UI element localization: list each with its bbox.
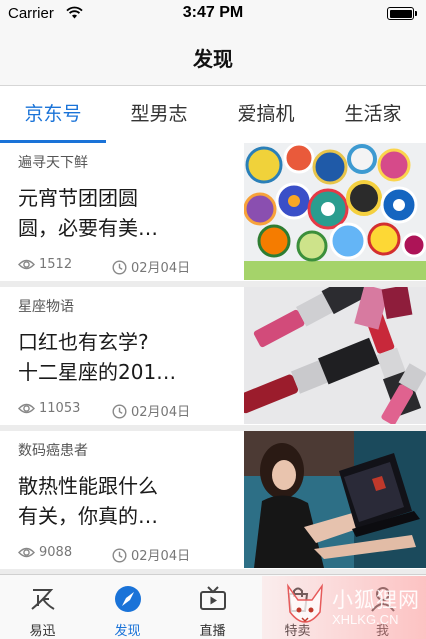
tab-jingdonghao[interactable]: 京东号 [0, 87, 106, 143]
article-source: 星座物语 [18, 299, 74, 315]
watermark-text: 小狐狸网 [332, 588, 420, 612]
tab-xingnanzhi[interactable]: 型男志 [106, 87, 212, 143]
view-count: 1512 [18, 257, 72, 272]
watermark: 小狐狸网 XHLKG.CN [262, 576, 426, 639]
tabbar-label: 发现 [114, 624, 141, 639]
tab-label: 京东号 [24, 103, 82, 125]
compass-icon [115, 586, 141, 612]
view-count-value: 9088 [39, 545, 73, 560]
article-title: 散热性能跟什么 有关，你真的… [18, 471, 238, 531]
clock-icon [112, 260, 127, 275]
article-thumbnail[interactable] [244, 287, 426, 424]
publish-date-value: 02月04日 [131, 405, 191, 420]
article-card[interactable]: 数码癌患者 散热性能跟什么 有关，你真的… 9088 02月04日 [0, 431, 426, 569]
tab-label: 型男志 [130, 103, 188, 125]
tab-aigaoji[interactable]: 爱搞机 [213, 87, 319, 143]
publish-date: 02月04日 [112, 545, 190, 564]
battery-icon [387, 7, 417, 20]
status-bar: Carrier 3:47 PM [0, 0, 426, 28]
clock: 3:47 PM [182, 4, 244, 21]
fox-logo-icon [287, 583, 323, 623]
eye-icon [18, 259, 35, 270]
title-line: 圆，必要有美… [18, 216, 158, 240]
navigation-bar: 发现 [0, 28, 426, 86]
tabbar-label: 易迅 [29, 624, 56, 639]
article-title: 元宵节团团圆 圆，必要有美… [18, 183, 238, 243]
title-line: 散热性能跟什么 [18, 474, 158, 498]
article-card[interactable]: 星座物语 口红也有玄学? 十二星座的201… 11053 02月04日 [0, 287, 426, 425]
title-line: 口红也有玄学? [18, 330, 149, 354]
article-thumbnail[interactable] [244, 431, 426, 568]
tv-icon [200, 586, 226, 610]
title-line: 元宵节团团圆 [18, 186, 138, 210]
clock-icon [112, 548, 127, 563]
title-line: 十二星座的201… [18, 360, 177, 384]
tabbar-item-yixun[interactable]: 易迅 [0, 575, 85, 639]
article-card[interactable]: 遍寻天下鲜 元宵节团团圆 圆，必要有美… 1512 02月04日 [0, 143, 426, 281]
eye-icon [18, 403, 35, 414]
publish-date: 02月04日 [112, 401, 190, 420]
lipsticks-image [244, 287, 426, 424]
article-title: 口红也有玄学? 十二星座的201… [18, 327, 238, 387]
article-source: 数码癌患者 [18, 443, 88, 459]
publish-date-value: 02月04日 [131, 261, 191, 276]
tabbar-label: 直播 [199, 624, 226, 639]
clock-icon [112, 404, 127, 419]
view-count: 9088 [18, 545, 72, 560]
title-line: 有关，你真的… [18, 504, 158, 528]
article-thumbnail[interactable] [244, 143, 426, 280]
view-count-value: 1512 [39, 257, 73, 272]
eye-icon [18, 547, 35, 558]
article-source: 遍寻天下鲜 [18, 155, 88, 171]
decorative-plates-image [244, 143, 426, 280]
watermark-subtext: XHLKG.CN [332, 612, 399, 627]
woman-with-laptop-image [244, 431, 426, 568]
page-title: 发现 [193, 47, 233, 71]
tabbar-item-discover[interactable]: 发现 [85, 575, 170, 639]
publish-date-value: 02月04日 [131, 549, 191, 564]
publish-date: 02月04日 [112, 257, 190, 276]
tab-label: 生活家 [344, 103, 402, 125]
yixun-icon [31, 589, 55, 610]
tab-shenghuojia[interactable]: 生活家 [320, 87, 426, 143]
category-tabs: 京东号 型男志 爱搞机 生活家 [0, 87, 426, 143]
tabbar-item-live[interactable]: 直播 [170, 575, 255, 639]
tab-label: 爱搞机 [237, 103, 295, 125]
view-count-value: 11053 [39, 401, 81, 416]
view-count: 11053 [18, 401, 80, 416]
